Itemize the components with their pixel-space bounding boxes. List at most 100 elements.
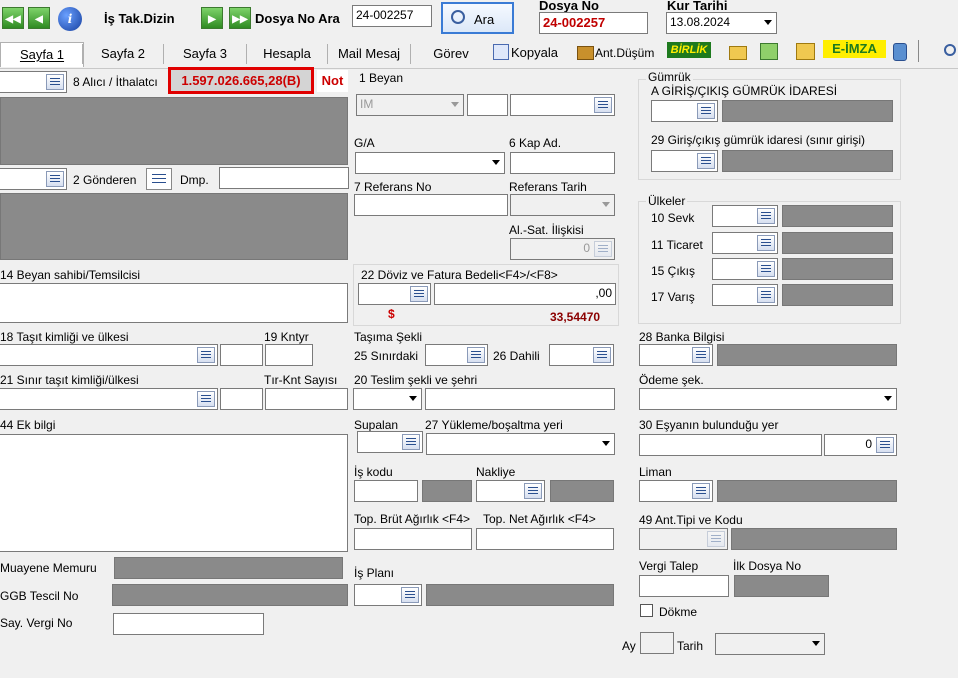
referans-tarih-select[interactable] xyxy=(510,194,615,216)
sevk-input[interactable] xyxy=(712,205,778,227)
database-icon[interactable] xyxy=(893,43,907,61)
first-record-icon: ◀◀ xyxy=(5,14,21,25)
list-picker-icon[interactable] xyxy=(46,171,64,187)
amount-badge: 1.597.026.665,28(B) xyxy=(168,67,314,94)
beyan-type-input[interactable] xyxy=(510,94,615,116)
list-picker-icon[interactable] xyxy=(692,347,710,363)
tab-gorev[interactable]: Görev xyxy=(411,42,491,66)
esya-code-input[interactable]: 0 xyxy=(824,434,897,456)
alici-code-input[interactable] xyxy=(0,71,67,93)
referans-no-input[interactable] xyxy=(354,194,508,216)
sinir-giris-input[interactable] xyxy=(651,150,718,172)
is-plani-input[interactable] xyxy=(354,584,422,606)
ay-input[interactable] xyxy=(640,632,674,654)
is-tak-dizin-label: İş Tak.Dizin xyxy=(104,11,175,26)
beyan-code-input[interactable] xyxy=(467,94,508,116)
list-picker-icon[interactable] xyxy=(593,347,611,363)
list-picker-icon[interactable] xyxy=(410,286,428,302)
list-picker-icon[interactable] xyxy=(594,97,612,113)
ilk-dosya-value xyxy=(734,575,829,597)
banka-label: 28 Banka Bilgisi xyxy=(639,330,725,344)
dosya-no-ara-input[interactable]: 24-002257 xyxy=(352,5,432,27)
doviz-currency-input[interactable] xyxy=(358,283,431,305)
gonderen-code-input[interactable] xyxy=(0,168,67,190)
ant-tipi-input[interactable] xyxy=(639,528,728,550)
list-picker-icon[interactable] xyxy=(697,153,715,169)
yukleme-select[interactable] xyxy=(426,433,615,455)
list-picker-icon[interactable] xyxy=(757,208,775,224)
list-icon[interactable] xyxy=(146,168,172,190)
nakliye-input[interactable] xyxy=(476,480,545,502)
folder-icon[interactable] xyxy=(729,46,747,60)
upload-icon[interactable] xyxy=(760,43,778,60)
e-imza-button[interactable]: E-İMZA xyxy=(823,40,886,58)
tab-mail-mesaj[interactable]: Mail Mesaj xyxy=(328,42,410,66)
esya-input[interactable] xyxy=(639,434,822,456)
sinir-tasit-input[interactable] xyxy=(0,388,218,410)
list-picker-icon[interactable] xyxy=(757,287,775,303)
kntyr-input[interactable] xyxy=(265,344,313,366)
ara-button[interactable]: Ara xyxy=(441,2,514,34)
birlik-button[interactable]: BİRLİK xyxy=(667,42,711,58)
tab-sayfa-2[interactable]: Sayfa 2 xyxy=(83,42,163,66)
ant-dusum-button[interactable]: Ant.Düşüm xyxy=(595,46,654,60)
list-picker-icon[interactable] xyxy=(197,391,215,407)
list-picker-icon[interactable] xyxy=(46,74,64,90)
doviz-amount-input[interactable]: ,00 xyxy=(434,283,616,305)
tir-knt-input[interactable] xyxy=(265,388,348,410)
net-input[interactable] xyxy=(476,528,614,550)
ga-select[interactable] xyxy=(355,152,505,174)
is-kodu-input[interactable] xyxy=(354,480,418,502)
dahili-input[interactable] xyxy=(549,344,614,366)
list-picker-icon[interactable] xyxy=(757,261,775,277)
giris-label: A GİRİŞ/ÇIKIŞ GÜMRÜK İDARESİ xyxy=(651,84,838,98)
list-picker-icon[interactable] xyxy=(757,235,775,251)
tab-hesapla[interactable]: Hesapla xyxy=(247,42,327,66)
al-sat-input[interactable]: 0 xyxy=(510,238,615,260)
ticaret-input[interactable] xyxy=(712,232,778,254)
giris-input[interactable] xyxy=(651,100,718,122)
prev-record-button[interactable]: ◀ xyxy=(28,7,50,29)
tasit-input[interactable] xyxy=(0,344,218,366)
search-icon[interactable] xyxy=(944,44,956,56)
not-button[interactable]: Not xyxy=(317,70,348,92)
kur-tarihi-select[interactable]: 13.08.2024 xyxy=(666,12,777,34)
list-picker-icon[interactable] xyxy=(524,483,542,499)
list-picker-icon[interactable] xyxy=(467,347,485,363)
tab-sayfa-3[interactable]: Sayfa 3 xyxy=(164,42,246,66)
list-picker-icon[interactable] xyxy=(876,437,894,453)
folder-open-icon[interactable] xyxy=(796,43,815,60)
brut-input[interactable] xyxy=(354,528,472,550)
list-picker-icon[interactable] xyxy=(697,103,715,119)
tarih-select[interactable] xyxy=(715,633,825,655)
tasit-country-input[interactable] xyxy=(220,344,263,366)
teslim-select[interactable] xyxy=(353,388,422,410)
sinir-tasit-country-input[interactable] xyxy=(220,388,263,410)
teslim-sehir-input[interactable] xyxy=(425,388,615,410)
beyan-sahibi-input[interactable] xyxy=(0,283,348,323)
cikis-input[interactable] xyxy=(712,258,778,280)
say-vergi-input[interactable] xyxy=(113,613,264,635)
list-picker-icon[interactable] xyxy=(401,587,419,603)
next-record-button[interactable]: ▶ xyxy=(201,7,223,29)
list-picker-icon[interactable] xyxy=(402,434,420,450)
liman-input[interactable] xyxy=(639,480,713,502)
odeme-select[interactable] xyxy=(639,388,897,410)
beyan-select[interactable]: IM xyxy=(356,94,464,116)
tab-sayfa-1[interactable]: Sayfa 1 xyxy=(0,42,84,67)
kap-input[interactable] xyxy=(510,152,615,174)
sinirdaki-input[interactable] xyxy=(425,344,488,366)
vergi-talep-input[interactable] xyxy=(639,575,729,597)
supalan-input[interactable] xyxy=(357,431,423,453)
varis-input[interactable] xyxy=(712,284,778,306)
banka-input[interactable] xyxy=(639,344,713,366)
dmp-input[interactable] xyxy=(219,167,349,189)
first-record-button[interactable]: ◀◀ xyxy=(2,7,24,29)
list-picker-icon[interactable] xyxy=(692,483,710,499)
ek-bilgi-textarea[interactable] xyxy=(0,434,348,552)
kopyala-button[interactable]: Kopyala xyxy=(511,45,558,60)
last-record-button[interactable]: ▶▶ xyxy=(229,7,251,29)
list-picker-icon[interactable] xyxy=(197,347,215,363)
dokme-checkbox[interactable] xyxy=(640,604,653,617)
info-button[interactable]: i xyxy=(58,7,82,31)
